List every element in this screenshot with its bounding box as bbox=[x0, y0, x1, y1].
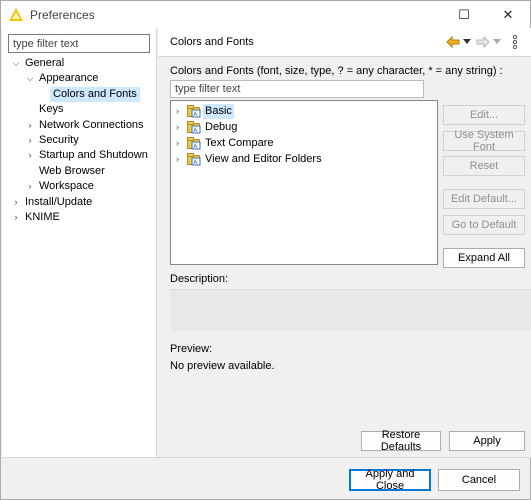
maximize-button[interactable]: ☐ bbox=[442, 1, 486, 28]
nav-tree-item[interactable]: › Install/Update bbox=[2, 195, 156, 210]
font-category-item[interactable]: › A Basic bbox=[171, 104, 437, 119]
preference-tree: ⌵ General ⌵ Appearance Colors and Fonts Keys ›… bbox=[2, 56, 156, 225]
edit-button[interactable]: Edit... bbox=[443, 105, 525, 125]
chevron-down-icon[interactable]: ⌵ bbox=[11, 56, 21, 71]
chevron-right-icon[interactable]: › bbox=[11, 195, 21, 210]
back-dropdown-icon bbox=[463, 39, 471, 44]
preference-navigation: ⌵ General ⌵ AppearanceColors and FontsKeys ›… bbox=[2, 28, 157, 457]
apply-button[interactable]: Apply bbox=[449, 431, 525, 451]
font-category-label: View and Editor Folders bbox=[205, 153, 322, 165]
chevron-right-icon[interactable]: › bbox=[176, 136, 184, 151]
chevron-right-icon[interactable]: › bbox=[25, 179, 35, 194]
nav-tree-item[interactable]: ⌵ General bbox=[2, 56, 156, 71]
preview-label: Preview: bbox=[170, 343, 213, 355]
window-title: Preferences bbox=[30, 7, 95, 22]
use-system-font-button[interactable]: Use System Font bbox=[443, 129, 525, 153]
font-category-label: Basic bbox=[203, 104, 234, 119]
nav-tree-item[interactable]: Keys bbox=[2, 102, 156, 117]
chevron-right-icon[interactable]: › bbox=[176, 152, 184, 167]
fonts-filter-input[interactable] bbox=[170, 80, 424, 98]
nav-tree-item[interactable]: › Security bbox=[2, 133, 156, 148]
chevron-right-icon[interactable]: › bbox=[25, 118, 35, 133]
description-box bbox=[170, 289, 531, 331]
go-to-default-button[interactable]: Go to Default bbox=[443, 215, 525, 235]
nav-filter-input[interactable] bbox=[8, 34, 150, 53]
font-category-label: Text Compare bbox=[205, 137, 274, 149]
font-category-item[interactable]: › A View and Editor Folders bbox=[171, 152, 437, 167]
nav-tree-item-label: General bbox=[25, 57, 65, 69]
nav-tree-item-label: Network Connections bbox=[39, 118, 144, 131]
title-bar: Preferences ☐ ✕ bbox=[1, 1, 530, 28]
description-label: Description: bbox=[170, 273, 229, 285]
page-description: Colors and Fonts (font, size, type, ? = … bbox=[170, 65, 503, 77]
page-title: Colors and Fonts bbox=[170, 36, 254, 48]
nav-tree-item[interactable]: › Workspace bbox=[2, 179, 156, 194]
chevron-right-icon[interactable]: › bbox=[176, 120, 184, 135]
nav-tree-item-label: Startup and Shutdown bbox=[39, 149, 148, 162]
forward-dropdown-icon bbox=[493, 39, 501, 44]
preference-page: Colors and Fonts Colors and Fonts (font,… bbox=[158, 28, 531, 457]
preferences-window: Preferences ☐ ✕ ⌵General⌵AppearanceColor… bbox=[0, 0, 531, 500]
nav-tree-item[interactable]: › Startup and Shutdown bbox=[2, 148, 156, 163]
chevron-right-icon[interactable]: › bbox=[25, 133, 35, 148]
font-category-icon: A bbox=[187, 105, 201, 118]
font-category-icon: A bbox=[187, 137, 201, 150]
nav-tree-item[interactable]: Web Browser bbox=[2, 164, 156, 179]
nav-tree-item-label: Security bbox=[39, 133, 79, 146]
back-arrow-icon bbox=[446, 36, 460, 48]
nav-tree-item[interactable]: › Network Connections bbox=[2, 118, 156, 133]
edit-default-button[interactable]: Edit Default... bbox=[443, 189, 525, 209]
reset-button[interactable]: Reset bbox=[443, 156, 525, 176]
nav-tree-item-label: Workspace bbox=[39, 180, 94, 193]
nav-tree-item[interactable]: ⌵ Appearance bbox=[2, 71, 156, 86]
preview-text: No preview available. bbox=[170, 360, 275, 372]
page-header: Colors and Fonts bbox=[158, 28, 531, 57]
nav-tree-item-label: Appearance bbox=[39, 72, 99, 85]
colors-fonts-tree: › A Basic › A Debug › A Text Compare › A View and E… bbox=[170, 100, 438, 265]
font-category-item[interactable]: › A Debug bbox=[171, 120, 437, 135]
chevron-right-icon[interactable]: › bbox=[25, 148, 35, 163]
expand-all-button[interactable]: Expand All bbox=[443, 248, 525, 268]
nav-tree-item[interactable]: Colors and Fonts bbox=[2, 86, 156, 103]
back-button[interactable] bbox=[446, 34, 471, 50]
font-category-icon: A bbox=[187, 121, 201, 134]
font-category-item[interactable]: › A Text Compare bbox=[171, 136, 437, 151]
close-icon: ✕ bbox=[502, 6, 514, 22]
view-menu-icon bbox=[512, 35, 518, 49]
footer-separator bbox=[2, 457, 531, 458]
nav-tree-item-label: KNIME bbox=[25, 210, 60, 223]
font-category-icon: A bbox=[187, 153, 201, 166]
nav-tree-item[interactable]: › KNIME bbox=[2, 210, 156, 225]
restore-defaults-button[interactable]: Restore Defaults bbox=[361, 429, 441, 453]
cancel-button[interactable]: Cancel bbox=[438, 469, 520, 491]
chevron-right-icon[interactable]: › bbox=[176, 104, 184, 119]
nav-tree-item-label: Web Browser bbox=[39, 164, 105, 177]
maximize-icon: ☐ bbox=[458, 6, 470, 22]
apply-and-close-button[interactable]: Apply and Close bbox=[349, 468, 431, 492]
forward-arrow-icon bbox=[476, 36, 490, 48]
chevron-down-icon[interactable]: ⌵ bbox=[25, 71, 35, 86]
chevron-right-icon[interactable]: › bbox=[11, 210, 21, 225]
font-category-label: Debug bbox=[205, 121, 238, 133]
view-menu-button[interactable] bbox=[512, 34, 518, 50]
app-icon bbox=[9, 8, 23, 21]
nav-tree-item-label: Colors and Fonts bbox=[50, 86, 140, 103]
forward-button[interactable] bbox=[476, 34, 501, 50]
nav-tree-item-label: Install/Update bbox=[25, 195, 93, 208]
close-button[interactable]: ✕ bbox=[486, 1, 530, 28]
nav-tree-item-label: Keys bbox=[39, 103, 64, 116]
